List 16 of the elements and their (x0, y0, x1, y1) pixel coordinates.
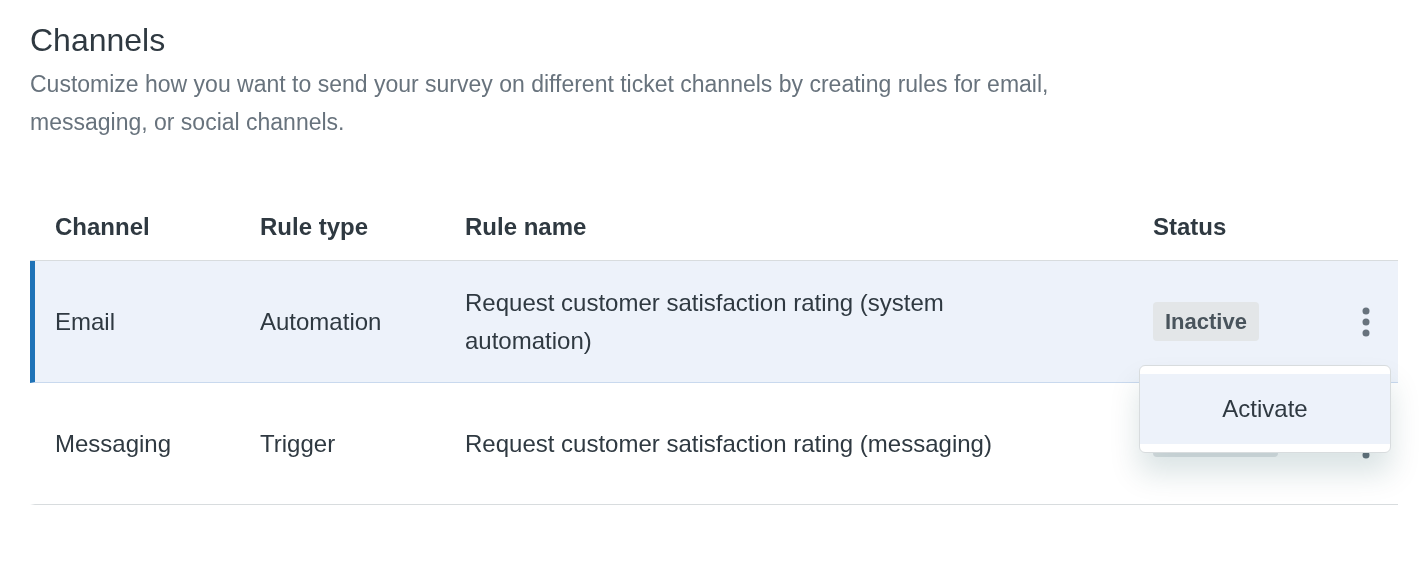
menu-item[interactable]: Activate (1140, 374, 1390, 444)
column-header: Channel (54, 211, 150, 242)
status-badge: Inactive (1153, 302, 1259, 341)
table-row[interactable]: Email Automation Request customer satisfaction rating (system automation) Inactive (30, 261, 1398, 383)
table-cell-text: Trigger (259, 428, 336, 459)
column-header: Rule name (464, 211, 587, 242)
table-cell-text: Messaging (54, 428, 172, 459)
table-cell-text: Automation (259, 306, 382, 337)
section-description: Customize how you want to send your survey on different ticket channels by creating rules for email, messaging, or social channels. (30, 70, 1050, 137)
table-cell-text: Request customer satisfaction rating (system automation) (464, 287, 945, 356)
table-cell-text: Email (54, 306, 115, 337)
section-title: Channels (30, 21, 166, 60)
table-cell-text: Request customer satisfaction rating (messaging) (464, 428, 993, 459)
column-header: Status (1152, 211, 1227, 242)
column-header: Rule type (259, 211, 369, 242)
more-options-icon[interactable] (1362, 306, 1370, 337)
